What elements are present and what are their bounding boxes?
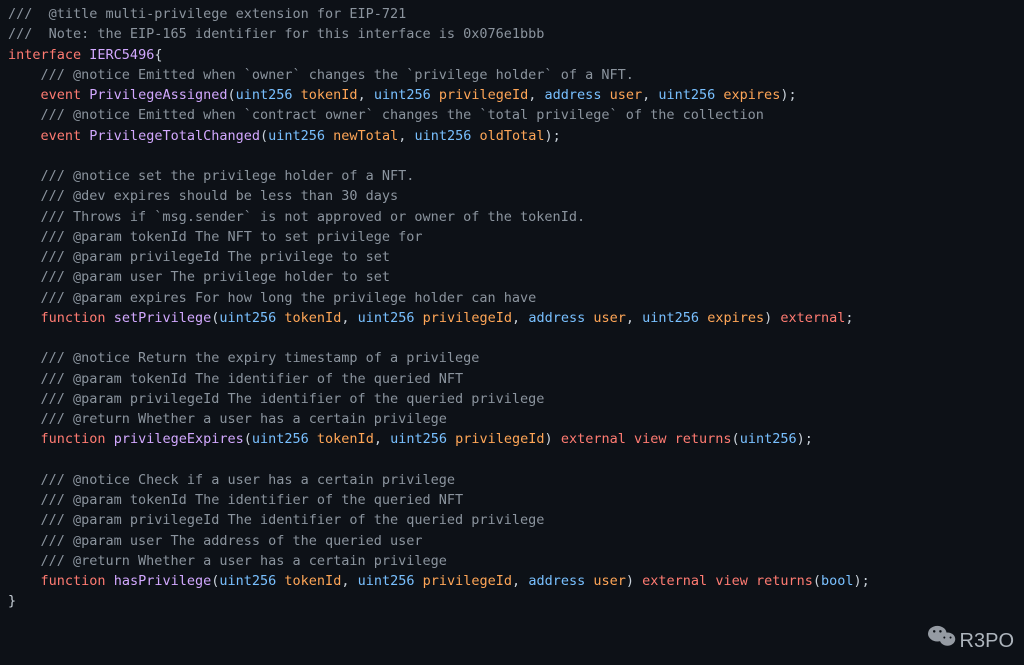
keyword-function: function — [41, 573, 106, 589]
type: uint256 — [658, 87, 715, 103]
keyword-returns: returns — [756, 573, 813, 589]
param: privilegeId — [439, 87, 528, 103]
comment-line: /// Note: the EIP-165 identifier for thi… — [8, 26, 544, 42]
wechat-icon — [928, 624, 956, 657]
param: privilegeId — [455, 431, 544, 447]
keyword-event: event — [41, 128, 82, 144]
keyword-function: function — [41, 431, 106, 447]
code-block: /// @title multi-privilege extension for… — [0, 0, 1024, 616]
comment-line: /// @param expires For how long the priv… — [41, 290, 537, 306]
type: uint256 — [358, 310, 415, 326]
type: uint256 — [219, 573, 276, 589]
interface-name: IERC5496 — [89, 47, 154, 63]
param: user — [593, 310, 626, 326]
comment-line: /// @return Whether a user has a certain… — [41, 553, 447, 569]
keyword-external: external — [642, 573, 707, 589]
comment-line: /// @notice set the privilege holder of … — [41, 168, 415, 184]
comment-line: /// @param tokenId The NFT to set privil… — [41, 229, 423, 245]
param: tokenId — [301, 87, 358, 103]
param: privilegeId — [423, 310, 512, 326]
keyword-interface: interface — [8, 47, 81, 63]
type: address — [545, 87, 602, 103]
keyword-function: function — [41, 310, 106, 326]
comment-line: /// @param tokenId The identifier of the… — [41, 371, 464, 387]
type: uint256 — [390, 431, 447, 447]
param: tokenId — [284, 573, 341, 589]
type: uint256 — [236, 87, 293, 103]
type: uint256 — [268, 128, 325, 144]
keyword-returns: returns — [675, 431, 732, 447]
function-name: privilegeExpires — [114, 431, 244, 447]
comment-line: /// Throws if `msg.sender` is not approv… — [41, 209, 586, 225]
function-name: setPrivilege — [114, 310, 212, 326]
watermark: R3PO — [928, 624, 1014, 657]
param: tokenId — [284, 310, 341, 326]
comment-line: /// @param privilegeId The identifier of… — [41, 512, 545, 528]
comment-line: /// @dev expires should be less than 30 … — [41, 188, 399, 204]
type: address — [528, 310, 585, 326]
type: uint256 — [358, 573, 415, 589]
comment-line: /// @notice Return the expiry timestamp … — [41, 350, 480, 366]
param: user — [593, 573, 626, 589]
keyword-event: event — [41, 87, 82, 103]
param: newTotal — [333, 128, 398, 144]
param: user — [610, 87, 643, 103]
comment-line: /// @return Whether a user has a certain… — [41, 411, 447, 427]
param: expires — [723, 87, 780, 103]
brace: } — [8, 593, 16, 609]
comment-line: /// @param privilegeId The identifier of… — [41, 391, 545, 407]
keyword-view: view — [634, 431, 667, 447]
comment-line: /// @notice Emitted when `owner` changes… — [41, 67, 634, 83]
type: uint256 — [219, 310, 276, 326]
type: uint256 — [252, 431, 309, 447]
param: expires — [707, 310, 764, 326]
type: uint256 — [740, 431, 797, 447]
param: tokenId — [317, 431, 374, 447]
param: privilegeId — [423, 573, 512, 589]
comment-line: /// @notice Emitted when `contract owner… — [41, 107, 764, 123]
type: uint256 — [374, 87, 431, 103]
type: bool — [821, 573, 854, 589]
comment-line: /// @notice Check if a user has a certai… — [41, 472, 456, 488]
type: address — [528, 573, 585, 589]
comment-line: /// @param privilegeId The privilege to … — [41, 249, 391, 265]
keyword-external: external — [561, 431, 626, 447]
brace: { — [154, 47, 162, 63]
function-name: hasPrivilege — [114, 573, 212, 589]
watermark-text: R3PO — [960, 626, 1014, 656]
type: uint256 — [642, 310, 699, 326]
type: uint256 — [414, 128, 471, 144]
keyword-view: view — [715, 573, 748, 589]
param: oldTotal — [480, 128, 545, 144]
comment-line: /// @param user The privilege holder to … — [41, 269, 391, 285]
keyword-external: external — [780, 310, 845, 326]
comment-line: /// @param user The address of the queri… — [41, 533, 423, 549]
comment-line: /// @param tokenId The identifier of the… — [41, 492, 464, 508]
event-name: PrivilegeAssigned — [89, 87, 227, 103]
comment-line: /// @title multi-privilege extension for… — [8, 6, 406, 22]
event-name: PrivilegeTotalChanged — [89, 128, 260, 144]
